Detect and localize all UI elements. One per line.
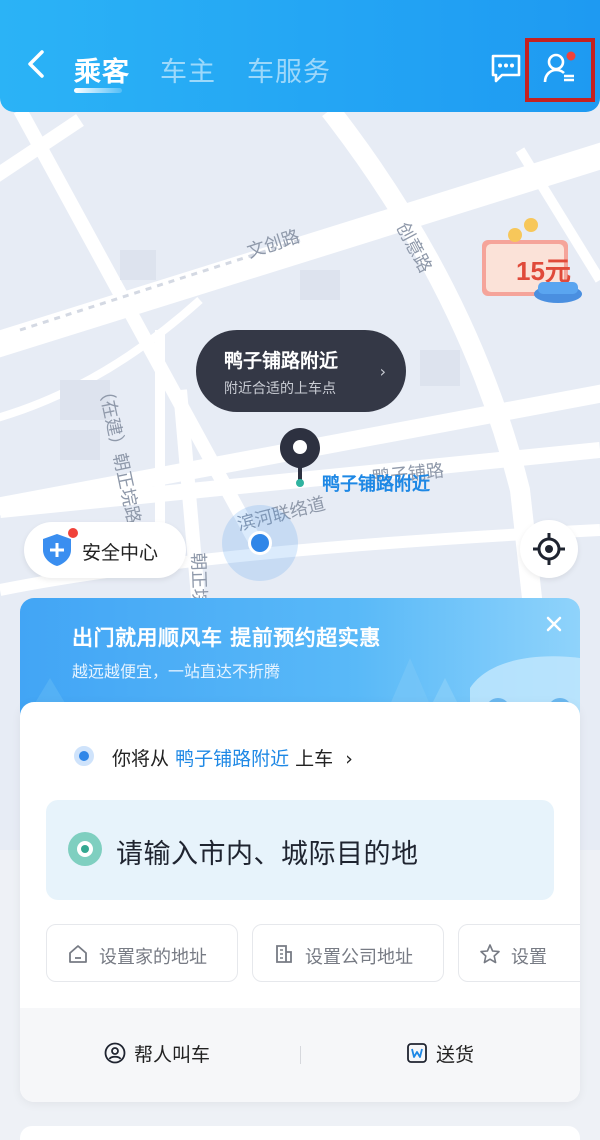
package-icon: [407, 1043, 427, 1063]
set-office-label: 设置公司地址: [305, 947, 413, 968]
coupon-icon: 15元: [482, 218, 582, 303]
set-favorite-label: 设置: [511, 947, 547, 968]
next-card-edge: [20, 1126, 580, 1140]
pickup-place: 鸭子铺路附近: [175, 748, 290, 770]
person-circle-icon: [104, 1042, 126, 1064]
back-icon[interactable]: [22, 44, 52, 84]
highlight-box: [525, 38, 595, 102]
footer-divider: [300, 1046, 301, 1064]
chevron-right-icon: ›: [379, 362, 386, 381]
set-home-label: 设置家的地址: [99, 947, 207, 968]
close-icon[interactable]: [542, 612, 566, 636]
pin-label: 鸭子铺路附近: [322, 474, 430, 495]
office-icon: [276, 945, 292, 963]
safety-center-button[interactable]: 安全中心: [24, 522, 186, 578]
destination-dot-icon: [68, 832, 102, 866]
tab-driver[interactable]: 车主: [160, 50, 216, 89]
location-dot: [248, 531, 272, 555]
star-icon: [480, 944, 500, 964]
set-favorite-address-button[interactable]: 设置: [458, 924, 580, 982]
call-for-others-label: 帮人叫车: [134, 1044, 211, 1066]
message-icon[interactable]: [488, 50, 524, 86]
notification-dot: [68, 528, 78, 538]
pickup-prefix: 你将从: [112, 748, 170, 770]
booking-card: 你将从 鸭子铺路附近 上车 › 请输入市内、城际目的地 设置家的地址 设置公司地…: [20, 702, 580, 1102]
card-footer: 帮人叫车 送货: [20, 1008, 580, 1102]
delivery-label: 送货: [436, 1044, 475, 1066]
destination-input[interactable]: 请输入市内、城际目的地: [46, 800, 554, 900]
pickup-bubble[interactable]: 鸭子铺路附近 附近合适的上车点 ›: [196, 330, 406, 412]
shield-icon: [43, 534, 71, 566]
current-location-marker: [222, 505, 298, 581]
chevron-right-icon: ›: [345, 748, 353, 770]
promo-coupon-image[interactable]: 15元: [478, 214, 584, 310]
home-icon: [69, 945, 87, 963]
locate-me-button[interactable]: [520, 520, 578, 578]
set-home-address-button[interactable]: 设置家的地址: [46, 924, 238, 982]
destination-placeholder: 请输入市内、城际目的地: [116, 839, 419, 870]
tab-car-service[interactable]: 车服务: [247, 50, 331, 89]
banner-title: 出门就用顺风车 提前预约超实惠: [72, 626, 381, 650]
banner-subtitle: 越远越便宜，一站直达不折腾: [72, 662, 281, 681]
pickup-text: 你将从 鸭子铺路附近 上车 ›: [112, 744, 353, 771]
pickup-bubble-subtitle: 附近合适的上车点: [224, 381, 336, 397]
pickup-suffix: 上车: [295, 748, 334, 770]
crosshair-icon: [533, 533, 565, 565]
promo-badge-text: 15元: [516, 256, 571, 286]
pickup-dot-icon: [74, 746, 94, 766]
pickup-bubble-title: 鸭子铺路附近: [224, 350, 339, 372]
active-tab-indicator: [74, 88, 122, 93]
safety-center-label: 安全中心: [82, 542, 159, 564]
top-header: 乘客 车主 车服务: [0, 0, 600, 112]
set-office-address-button[interactable]: 设置公司地址: [252, 924, 444, 982]
map-pin-icon[interactable]: [280, 428, 320, 488]
tab-passenger[interactable]: 乘客: [74, 50, 130, 89]
